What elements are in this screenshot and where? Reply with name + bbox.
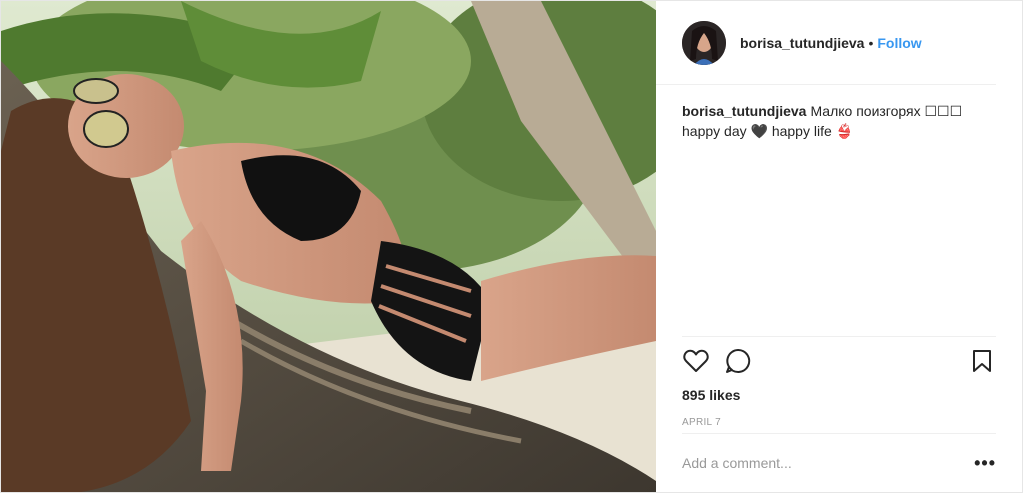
heart-icon[interactable] — [682, 347, 710, 375]
post: borisa_tutundjieva • Follow borisa_tutun… — [0, 0, 1023, 493]
post-actions: 895 likes APRIL 7 — [682, 336, 996, 428]
comment-input[interactable] — [682, 455, 975, 471]
avatar[interactable] — [682, 20, 726, 65]
likes-count[interactable]: 895 likes — [682, 387, 996, 403]
caption: borisa_tutundjieva Малко поизгорях ☐☐☐ ha… — [656, 85, 1022, 141]
header-separator: • — [868, 34, 874, 51]
post-date[interactable]: APRIL 7 — [682, 417, 996, 428]
comment-icon[interactable] — [724, 347, 752, 375]
header-username[interactable]: borisa_tutundjieva — [740, 35, 864, 51]
follow-button[interactable]: Follow — [877, 35, 921, 51]
action-icons — [682, 337, 996, 385]
more-options-icon[interactable]: ••• — [974, 453, 996, 474]
beach-palm-photo — [1, 1, 656, 492]
comment-bar: ••• — [682, 433, 996, 492]
post-photo[interactable] — [1, 1, 656, 492]
caption-username[interactable]: borisa_tutundjieva — [682, 103, 806, 119]
bookmark-icon[interactable] — [968, 347, 996, 375]
post-sidebar: borisa_tutundjieva • Follow borisa_tutun… — [656, 1, 1022, 492]
post-header: borisa_tutundjieva • Follow — [656, 1, 996, 85]
